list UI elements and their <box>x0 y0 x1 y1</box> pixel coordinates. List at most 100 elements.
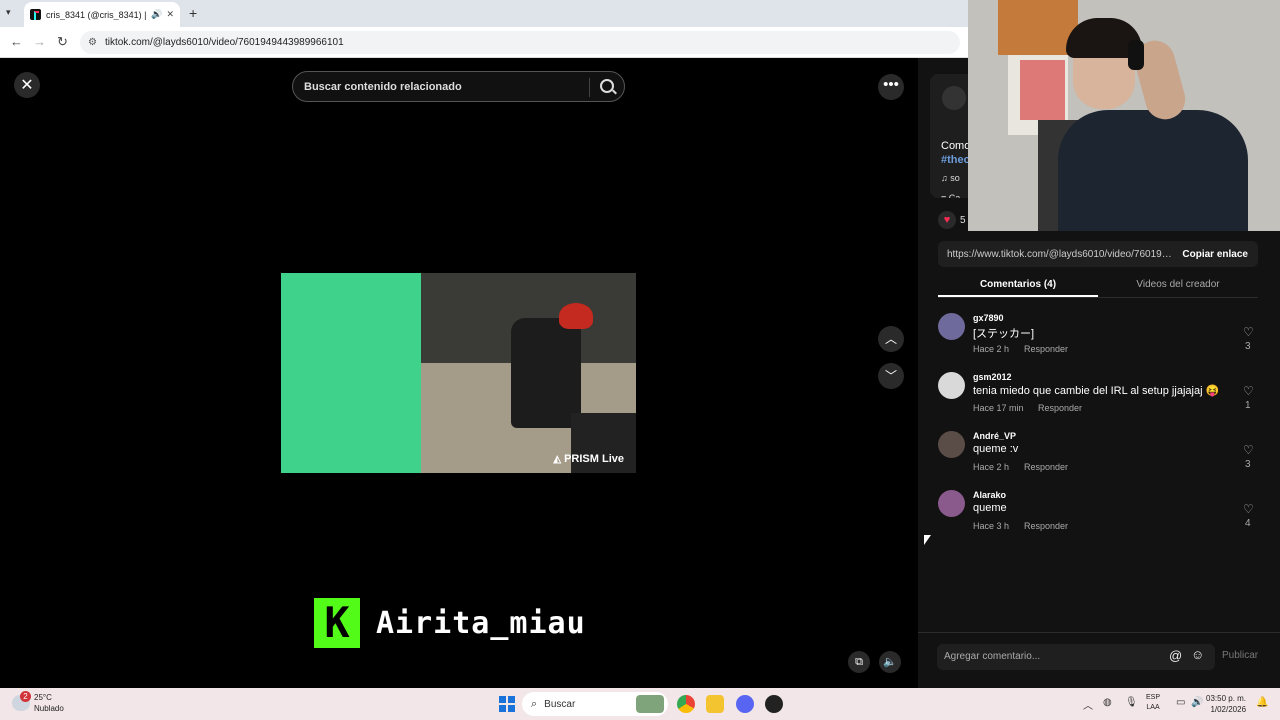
heart-icon[interactable]: ♥ <box>938 211 956 229</box>
language-indicator[interactable]: ESP LAA <box>1146 693 1160 713</box>
comment-like-count: 1 <box>1245 400 1251 411</box>
search-icon[interactable] <box>600 79 614 93</box>
commenter-avatar[interactable] <box>938 372 965 399</box>
back-arrow-icon[interactable]: ← <box>10 34 23 49</box>
person-torso <box>1058 110 1248 231</box>
share-link-box: https://www.tiktok.com/@layds6010/video/… <box>938 241 1258 267</box>
wall-calendar <box>1020 60 1065 120</box>
description-text: Como <box>941 140 971 152</box>
tab-title: cris_8341 (@cris_8341) | Tik <box>46 9 147 20</box>
tab-close-icon[interactable]: ✕ <box>166 9 174 20</box>
commenter-name[interactable]: gsm2012 <box>973 372 1012 382</box>
search-icon: ⌕ <box>531 697 538 710</box>
tiktok-favicon-icon <box>30 9 41 20</box>
browser-tabstrip: ▾ cris_8341 (@cris_8341) | Tik 🔊 ✕ + <box>0 0 968 27</box>
tray-app-icon[interactable]: ◍ <box>1103 697 1112 708</box>
system-clock[interactable]: 03:50 p. m. 1/02/2026 <box>1206 693 1246 715</box>
share-link-text[interactable]: https://www.tiktok.com/@layds6010/video/… <box>938 249 1172 260</box>
weather-temp: 25°C <box>34 693 52 702</box>
tab-creator-videos[interactable]: Videos del creador <box>1098 272 1258 297</box>
url-field[interactable]: ⚙ tiktok.com/@layds6010/video/7601949443… <box>80 31 960 54</box>
commenter-avatar[interactable] <box>938 313 965 340</box>
reply-button[interactable]: Responder <box>1024 462 1068 472</box>
copy-link-button[interactable]: Copiar enlace <box>1172 249 1258 260</box>
search-placeholder: Buscar contenido relacionado <box>304 80 462 93</box>
prism-logo-icon: ◭ <box>553 454 562 465</box>
comment-text: tenia miedo que cambie del IRL al setup … <box>973 385 1220 397</box>
reply-button[interactable]: Responder <box>1024 521 1068 531</box>
chrome-icon[interactable] <box>677 695 695 713</box>
comment-text: [ステッカー] <box>973 328 1035 340</box>
app-icon[interactable] <box>765 695 783 713</box>
notifications-icon[interactable]: 🔔 <box>1256 697 1268 708</box>
publish-button[interactable]: Publicar <box>1222 650 1258 661</box>
clock-date: 1/02/2026 <box>1210 705 1247 714</box>
comment-time: Hace 17 min <box>973 403 1024 413</box>
gaming-chair <box>511 318 581 428</box>
windows-taskbar: 2 25°C Nublado ⌕ Buscar ︿ ◍ 🎙 ESP LAA ▭ … <box>0 688 1280 720</box>
reload-icon[interactable]: ↻ <box>57 34 68 50</box>
reply-button[interactable]: Responder <box>1038 403 1082 413</box>
comment-item: gsm2012 tenia miedo que cambie del IRL a… <box>938 372 1258 428</box>
description-hashtag[interactable]: #thec <box>941 154 970 166</box>
volume-icon[interactable]: 🔈 <box>879 651 901 673</box>
close-button[interactable]: ✕ <box>14 72 40 98</box>
miniplayer-icon[interactable]: ⧉ <box>848 651 870 673</box>
mouse-cursor-icon <box>924 535 931 545</box>
prism-watermark: ◭ PRISM Live <box>553 453 624 465</box>
forward-arrow-icon[interactable]: → <box>33 34 46 49</box>
commenter-name[interactable]: André_VP <box>973 431 1016 441</box>
next-video-button[interactable]: ﹀ <box>878 363 904 389</box>
kick-logo-icon: K <box>314 598 360 648</box>
more-options-button[interactable]: ••• <box>878 74 904 100</box>
comment-item: André_VP queme :v Hace 2 h Responder ♡ 3 <box>938 431 1258 487</box>
new-tab-button[interactable]: + <box>189 5 197 21</box>
video-frame: ◭ PRISM Live <box>281 273 636 473</box>
tab-list-chevron-icon[interactable]: ▾ <box>6 7 11 18</box>
previous-video-button[interactable]: ︿ <box>878 326 904 352</box>
sound-row[interactable]: ♫ so <box>941 173 960 183</box>
network-icon[interactable]: ▭ <box>1176 697 1185 708</box>
tray-chevron-icon[interactable]: ︿ <box>1083 697 1093 712</box>
windows-start-icon[interactable] <box>499 696 515 712</box>
like-heart-icon[interactable]: ♡ <box>1243 384 1254 398</box>
search-highlight-icon[interactable] <box>636 695 664 713</box>
volume-icon[interactable]: 🔊 <box>1191 697 1203 708</box>
discord-icon[interactable] <box>736 695 754 713</box>
category-row[interactable]: ≡ Ca <box>941 193 960 198</box>
streamer-name: Airita_miau <box>376 605 586 641</box>
likes-count: 5 <box>960 214 966 226</box>
green-screen <box>281 273 421 473</box>
creator-avatar[interactable] <box>942 86 966 110</box>
weather-widget[interactable]: 2 25°C Nublado <box>12 691 64 714</box>
comment-like-count: 3 <box>1245 459 1251 470</box>
commenter-name[interactable]: gx7890 <box>973 313 1004 323</box>
commenter-avatar[interactable] <box>938 490 965 517</box>
reply-button[interactable]: Responder <box>1024 344 1068 354</box>
comment-text: queme <box>973 502 1007 514</box>
site-settings-icon[interactable]: ⚙ <box>88 37 97 48</box>
related-search-input[interactable]: Buscar contenido relacionado <box>292 71 625 102</box>
cloud-icon: 2 <box>12 691 31 711</box>
commenter-avatar[interactable] <box>938 431 965 458</box>
comment-like-count: 4 <box>1245 518 1251 529</box>
like-heart-icon[interactable]: ♡ <box>1243 502 1254 516</box>
like-heart-icon[interactable]: ♡ <box>1243 443 1254 457</box>
emoji-icon[interactable]: ☺ <box>1191 647 1204 662</box>
clock-time: 03:50 p. m. <box>1206 694 1247 703</box>
mention-icon[interactable]: @ <box>1169 648 1182 663</box>
tab-comments[interactable]: Comentarios (4) <box>938 272 1098 297</box>
like-heart-icon[interactable]: ♡ <box>1243 325 1254 339</box>
comment-item: gx7890 [ステッカー] Hace 2 h Responder ♡ 3 <box>938 313 1258 369</box>
commenter-name[interactable]: Alarako <box>973 490 1006 500</box>
speaker-icon[interactable]: 🔊 <box>151 9 162 20</box>
comment-composer: Agregar comentario... @ ☺ Publicar <box>918 632 1280 688</box>
video-player[interactable]: Buscar contenido relacionado ◭ PRISM Live… <box>281 58 636 688</box>
weather-desc: Nublado <box>34 704 64 713</box>
headphones <box>1128 40 1144 70</box>
browser-tab-active[interactable]: cris_8341 (@cris_8341) | Tik 🔊 ✕ <box>24 2 180 27</box>
file-explorer-icon[interactable] <box>706 695 724 713</box>
microphone-icon[interactable]: 🎙 <box>1125 697 1138 708</box>
panel-tabs: Comentarios (4) Videos del creador <box>938 272 1258 298</box>
red-helmet <box>559 303 593 329</box>
